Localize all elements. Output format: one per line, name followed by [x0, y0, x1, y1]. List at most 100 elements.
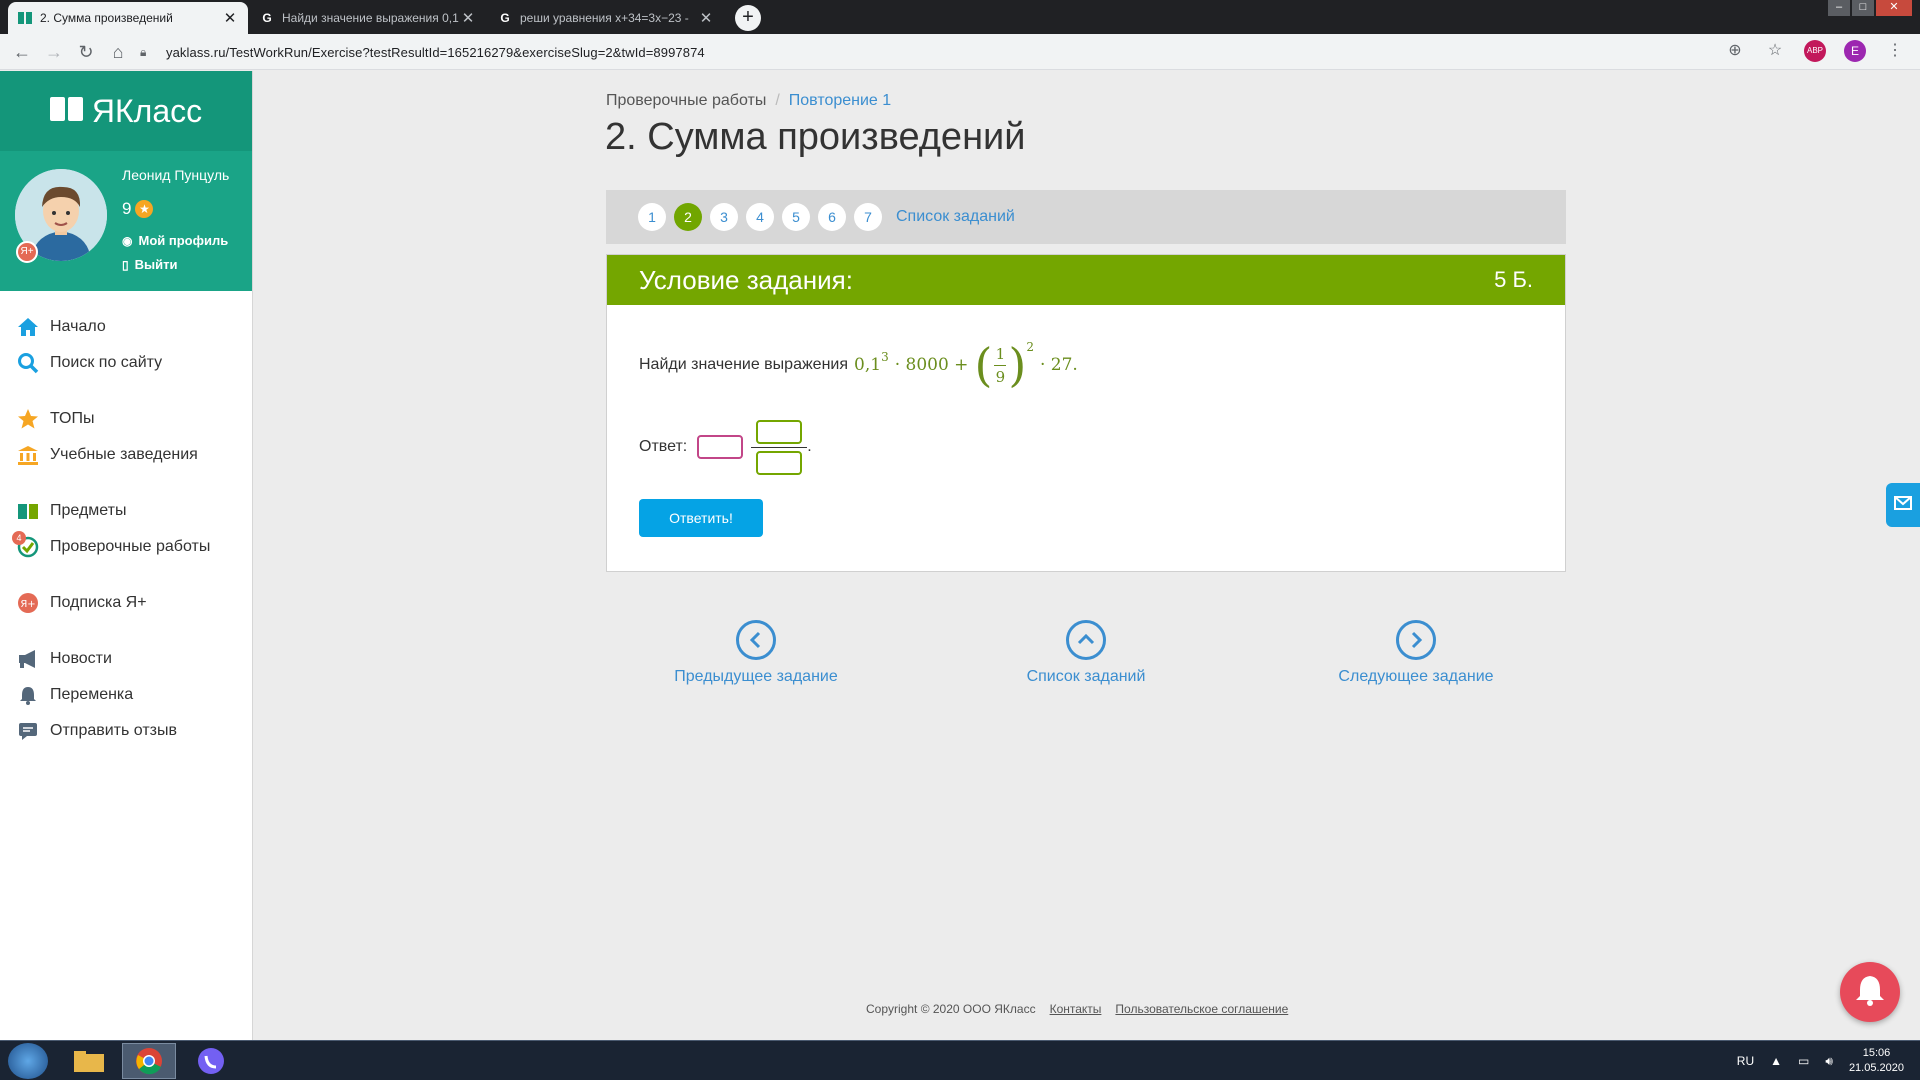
sidebar-item-home[interactable]: Начало: [0, 309, 252, 345]
logout-icon: ▯: [122, 257, 129, 272]
sidebar: ЯКласс Я+ Леонид Пунцуль 9 ★ ◉ Мой профи…: [0, 71, 253, 1041]
my-profile-label: Мой профиль: [138, 233, 229, 248]
language-indicator[interactable]: RU: [1737, 1054, 1754, 1068]
sidebar-item-news[interactable]: Новости: [0, 641, 252, 677]
close-tab-icon[interactable]: ✕: [698, 9, 714, 27]
chrome-taskbar-icon[interactable]: [122, 1043, 176, 1079]
answer-whole-input[interactable]: [697, 435, 744, 459]
sidebar-item-schools[interactable]: Учебные заведения: [0, 437, 252, 473]
sidebar-item-break[interactable]: Переменка: [0, 677, 252, 713]
lock-icon: 🔒︎: [140, 44, 147, 59]
sidebar-item-subscription[interactable]: Я+ Подписка Я+: [0, 585, 252, 621]
url-text: yaklass.ru/TestWorkRun/Exercise?testResu…: [166, 44, 705, 60]
math-tail: · 27.: [1039, 355, 1078, 375]
browser-tab[interactable]: G Найди значение выражения 0,1 ✕: [250, 2, 486, 34]
breadcrumb-separator: /: [775, 92, 780, 109]
answer-denominator-input[interactable]: [756, 450, 803, 475]
prev-task-label: Предыдущее задание: [674, 668, 838, 685]
volume-icon[interactable]: 🔊︎: [1825, 1054, 1833, 1069]
network-icon[interactable]: ▭: [1798, 1054, 1809, 1068]
ya-plus-badge: Я+: [16, 241, 38, 263]
start-button[interactable]: [8, 1043, 48, 1079]
page-button-6[interactable]: 6: [818, 203, 846, 231]
submit-answer-button[interactable]: Ответить!: [639, 499, 763, 537]
back-icon[interactable]: ←: [10, 40, 34, 64]
home-icon: [16, 315, 40, 339]
math-left-paren: (: [974, 338, 993, 392]
logout-link[interactable]: ▯ Выйти: [122, 257, 177, 272]
tab-title: Найди значение выражения 0,1: [282, 11, 459, 25]
bell-icon: [1855, 974, 1885, 1011]
clock-date: 21.05.2020: [1848, 1062, 1904, 1074]
viber-taskbar-icon[interactable]: [184, 1043, 238, 1079]
math-numerator: 1: [995, 344, 1006, 363]
clock[interactable]: 15:06 21.05.2020: [1849, 1046, 1904, 1076]
page-button-4[interactable]: 4: [746, 203, 774, 231]
breadcrumb-root[interactable]: Проверочные работы: [606, 92, 766, 109]
menu-dots-icon[interactable]: ⋮: [1884, 40, 1906, 62]
maximize-icon[interactable]: □: [1852, 0, 1874, 16]
browser-tab-active[interactable]: 2. Сумма произведений ✕: [8, 2, 248, 34]
page-button-1[interactable]: 1: [638, 203, 666, 231]
minimize-icon[interactable]: –: [1828, 0, 1850, 16]
close-tab-icon[interactable]: ✕: [460, 9, 476, 27]
os-taskbar: RU ▲ ▭ 🔊︎ 15:06 21.05.2020: [0, 1040, 1920, 1080]
page-button-2[interactable]: 2: [674, 203, 702, 231]
answer-fraction-bar: [751, 446, 808, 448]
close-window-icon[interactable]: ✕: [1876, 0, 1912, 16]
browser-tab[interactable]: G реши уравнения x+34=3x−23 - ✕: [488, 2, 724, 34]
new-tab-button[interactable]: +: [735, 5, 761, 31]
next-task-label: Следующее задание: [1338, 668, 1494, 685]
clock-time: 15:06: [1862, 1047, 1891, 1059]
prev-task-link[interactable]: Предыдущее задание: [646, 620, 866, 686]
install-icon[interactable]: ⊕: [1724, 40, 1746, 62]
contacts-link[interactable]: Контакты: [1050, 1002, 1102, 1016]
agreement-link[interactable]: Пользовательское соглашение: [1115, 1002, 1288, 1016]
bookmark-star-icon[interactable]: ☆: [1764, 40, 1786, 62]
page-button-3[interactable]: 3: [710, 203, 738, 231]
tray-arrow-icon[interactable]: ▲: [1770, 1054, 1782, 1068]
task-list-label: Список заданий: [1026, 668, 1146, 685]
profile-avatar[interactable]: E: [1844, 40, 1866, 62]
google-favicon-icon: G: [500, 11, 510, 25]
close-tab-icon[interactable]: ✕: [222, 9, 238, 27]
next-task-link[interactable]: Следующее задание: [1306, 620, 1526, 686]
sidebar-item-label: Поиск по сайту: [50, 354, 163, 371]
tests-count-badge: 4: [12, 531, 26, 545]
user-name[interactable]: Леонид Пунцуль: [122, 167, 229, 183]
window-controls: – □ ✕: [1828, 0, 1912, 16]
math-exponent-2: 2: [1026, 340, 1034, 354]
sidebar-item-subjects[interactable]: Предметы: [0, 493, 252, 529]
home-icon[interactable]: ⌂: [106, 40, 130, 64]
extension-icon[interactable]: ABP: [1804, 40, 1826, 62]
logo[interactable]: ЯКласс: [0, 71, 252, 151]
forward-icon[interactable]: →: [42, 40, 66, 64]
profile-icon: ◉: [122, 233, 133, 248]
answer-numerator-input[interactable]: [756, 419, 803, 444]
envelope-icon: [1894, 495, 1912, 515]
page-button-5[interactable]: 5: [782, 203, 810, 231]
answer-label: Ответ:: [639, 438, 688, 455]
task-list-bottom-link[interactable]: Список заданий: [976, 620, 1196, 686]
task-pager: 1 2 3 4 5 6 7 Список заданий: [606, 190, 1566, 244]
search-icon: [16, 351, 40, 375]
breadcrumb-current[interactable]: Повторение 1: [789, 92, 891, 109]
explorer-taskbar-icon[interactable]: [62, 1043, 116, 1079]
sidebar-item-tests[interactable]: 4 Проверочные работы: [0, 529, 252, 565]
address-bar: ← → ↻ ⌂ 🔒︎ yaklass.ru/TestWorkRun/Exerci…: [0, 34, 1920, 70]
chevron-left-icon: [736, 620, 776, 660]
page-button-7[interactable]: 7: [854, 203, 882, 231]
sidebar-item-feedback[interactable]: Отправить отзыв: [0, 713, 252, 749]
mail-feedback-tab[interactable]: [1886, 483, 1920, 527]
sidebar-item-search[interactable]: Поиск по сайту: [0, 345, 252, 381]
my-profile-link[interactable]: ◉ Мой профиль: [122, 233, 228, 248]
reload-icon[interactable]: ↻: [74, 40, 98, 64]
task-header: Условие задания: 5 Б.: [607, 255, 1565, 305]
sidebar-item-tops[interactable]: ТОПы: [0, 401, 252, 437]
url-field[interactable]: 🔒︎ yaklass.ru/TestWorkRun/Exercise?testR…: [140, 38, 1750, 66]
sidebar-item-label: Подписка Я+: [50, 594, 147, 611]
math-right-paren: ): [1008, 338, 1027, 392]
notifications-bell-button[interactable]: [1840, 962, 1900, 1022]
task-list-link[interactable]: Список заданий: [896, 208, 1015, 226]
sidebar-item-label: Проверочные работы: [50, 538, 211, 555]
